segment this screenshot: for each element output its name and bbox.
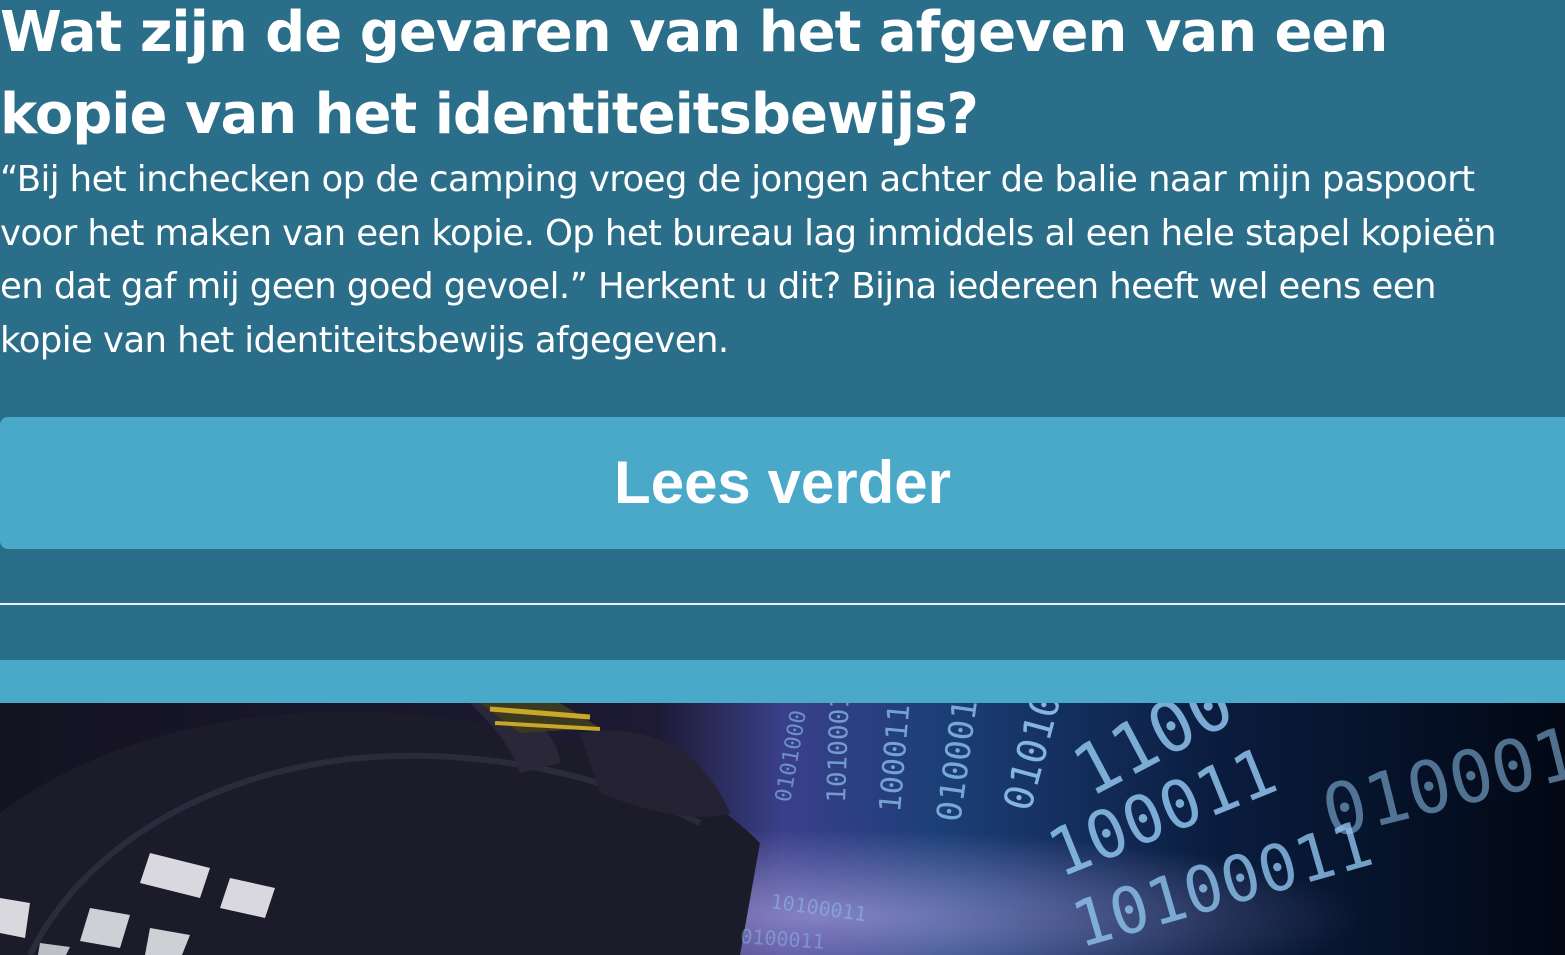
- intro-line: “Bij het inchecken op de camping vroeg d…: [0, 159, 1475, 200]
- intro-line: kopie van het identiteitsbewijs afgegeve…: [0, 319, 729, 361]
- hero-illustration: 1100 100011 10100011 0100011 0101000 010…: [0, 703, 1565, 955]
- page: Wat zijn de gevaren van het afgeven van …: [0, 0, 1565, 955]
- divider: [0, 603, 1565, 605]
- hero-image[interactable]: 1100 100011 10100011 0100011 0101000 010…: [0, 703, 1565, 955]
- intro-line: voor het maken van een kopie. Op het bur…: [0, 212, 1496, 254]
- accent-band: [0, 660, 1565, 703]
- article-title[interactable]: Wat zijn de gevaren van het afgeven van …: [0, 0, 1565, 156]
- read-more-button[interactable]: Lees verder: [0, 417, 1565, 549]
- intro-line: en dat gaf mij geen goed gevoel.” Herken…: [0, 266, 1436, 307]
- binary-row: 10100011: [822, 703, 856, 803]
- article-intro: “Bij het inchecken op de camping vroeg d…: [0, 153, 1565, 367]
